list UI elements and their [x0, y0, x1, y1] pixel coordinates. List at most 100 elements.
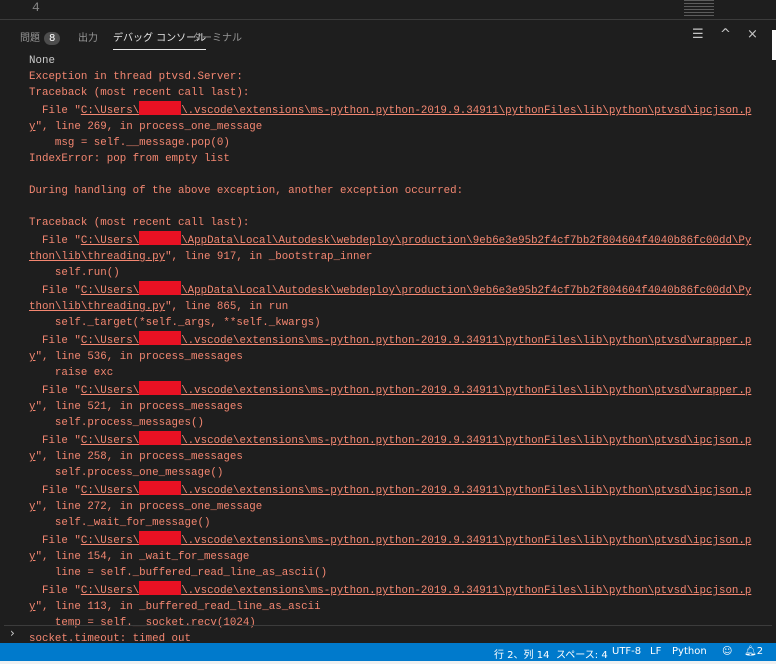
file-link[interactable]: C:\Users\ [81, 235, 139, 247]
console-line: File "C:\Users\ \.vscode\extensions\ms-py… [29, 581, 769, 599]
console-text: ", line 154, in _wait_for_message [35, 551, 250, 563]
file-link[interactable]: \.vscode\extensions\ms-python.python-201… [181, 335, 751, 347]
debug-console-output: None Exception in thread ptvsd.Server: Tra… [29, 53, 769, 647]
file-link[interactable]: C:\Users\ [81, 485, 139, 497]
console-line: self.process_messages() [29, 415, 769, 431]
console-text: Exception in thread ptvsd.Server: [29, 71, 243, 83]
console-line: msg = self.__message.pop(0) [29, 135, 769, 151]
console-line: None [29, 53, 769, 69]
tab-problems[interactable]: 問題 8 [20, 29, 61, 45]
file-link[interactable]: \.vscode\extensions\ms-python.python-201… [181, 535, 751, 547]
console-line: y", line 521, in process_messages [29, 399, 769, 415]
console-text: File " [29, 535, 81, 547]
feedback-smiley-icon[interactable]: ☺ [722, 646, 732, 657]
redaction-box [139, 481, 182, 495]
console-line: Traceback (most recent call last): [29, 215, 769, 231]
console-text: ", line 272, in process_one_message [35, 501, 263, 513]
notification-count: 2 [756, 646, 764, 657]
encoding[interactable]: UTF-8 [612, 646, 641, 657]
console-input[interactable]: › [4, 625, 772, 643]
console-line: File "C:\Users\ \.vscode\extensions\ms-py… [29, 481, 769, 499]
file-link[interactable]: \AppData\Local\Autodesk\webdeploy\produc… [181, 235, 751, 247]
redaction-box [139, 101, 182, 115]
console-line: raise exc [29, 365, 769, 381]
console-line: File "C:\Users\ \.vscode\extensions\ms-py… [29, 101, 769, 119]
file-link[interactable]: thon\lib\threading.py [29, 301, 165, 313]
console-text: self._wait_for_message() [29, 517, 211, 529]
redaction-box [139, 331, 182, 345]
console-text: self.run() [29, 267, 120, 279]
console-line: y", line 536, in process_messages [29, 349, 769, 365]
indentation[interactable]: スペース: 4 [556, 646, 608, 661]
console-text: File " [29, 585, 81, 597]
console-line: File "C:\Users\ \.vscode\extensions\ms-py… [29, 431, 769, 449]
close-panel-icon[interactable]: × [747, 27, 758, 42]
console-text: Traceback (most recent call last): [29, 217, 250, 229]
console-text: File " [29, 435, 81, 447]
console-line: self._wait_for_message() [29, 515, 769, 531]
file-link[interactable]: C:\Users\ [81, 285, 139, 297]
console-line: Exception in thread ptvsd.Server: [29, 69, 769, 85]
console-line: File "C:\Users\ \AppData\Local\Autodesk\w… [29, 281, 769, 299]
console-text: ", line 258, in process_messages [35, 451, 243, 463]
console-line: File "C:\Users\ \.vscode\extensions\ms-py… [29, 381, 769, 399]
console-text: File " [29, 385, 81, 397]
file-link[interactable]: \.vscode\extensions\ms-python.python-201… [181, 385, 751, 397]
console-line: y", line 258, in process_messages [29, 449, 769, 465]
redaction-box [139, 531, 182, 545]
file-link[interactable]: C:\Users\ [81, 385, 139, 397]
console-line: self.run() [29, 265, 769, 281]
notifications-bell-icon[interactable]: 🔔︎2 [744, 646, 763, 657]
console-text: None [29, 55, 55, 67]
console-text: ", line 536, in process_messages [35, 351, 243, 363]
line-number: 4 [32, 0, 40, 15]
scrollbar[interactable] [772, 30, 776, 60]
console-text: self._target(*self._args, **self._kwargs… [29, 317, 321, 329]
console-text: File " [29, 235, 81, 247]
console-text: ", line 269, in process_one_message [35, 121, 263, 133]
file-link[interactable]: C:\Users\ [81, 585, 139, 597]
maximize-panel-icon[interactable]: ^ [720, 27, 731, 42]
minimap[interactable] [684, 0, 714, 18]
console-line: File "C:\Users\ \.vscode\extensions\ms-py… [29, 331, 769, 349]
console-text: File " [29, 105, 81, 117]
console-line: y", line 113, in _buffered_read_line_as_… [29, 599, 769, 615]
language-mode[interactable]: Python [672, 646, 707, 657]
file-link[interactable]: thon\lib\threading.py [29, 251, 165, 263]
redaction-box [139, 281, 182, 295]
console-text: ", line 865, in run [165, 301, 289, 313]
tab-terminal[interactable]: ターミナル [192, 29, 242, 44]
console-line: File "C:\Users\ \AppData\Local\Autodesk\w… [29, 231, 769, 249]
file-link[interactable]: \.vscode\extensions\ms-python.python-201… [181, 435, 751, 447]
console-text: self.process_messages() [29, 417, 204, 429]
file-link[interactable]: C:\Users\ [81, 105, 139, 117]
file-link[interactable]: C:\Users\ [81, 435, 139, 447]
tab-output[interactable]: 出力 [78, 29, 98, 44]
redaction-box [139, 381, 182, 395]
console-line: self._target(*self._args, **self._kwargs… [29, 315, 769, 331]
console-text: File " [29, 485, 81, 497]
console-text: ", line 113, in _buffered_read_line_as_a… [35, 601, 321, 613]
console-line: During handling of the above exception, … [29, 183, 769, 199]
console-line: Traceback (most recent call last): [29, 85, 769, 101]
file-link[interactable]: \.vscode\extensions\ms-python.python-201… [181, 585, 751, 597]
redaction-box [139, 581, 182, 595]
panel-tabs: 問題 8 出力 デバッグ コンソール ターミナル ☰ ^ × [4, 21, 772, 53]
file-link[interactable]: \.vscode\extensions\ms-python.python-201… [181, 105, 751, 117]
file-link[interactable]: \AppData\Local\Autodesk\webdeploy\produc… [181, 285, 751, 297]
console-line: File "C:\Users\ \.vscode\extensions\ms-py… [29, 531, 769, 549]
file-link[interactable]: C:\Users\ [81, 335, 139, 347]
file-link[interactable]: C:\Users\ [81, 535, 139, 547]
console-text: line = self._buffered_read_line_as_ascii… [29, 567, 328, 579]
clear-console-icon[interactable]: ☰ [692, 27, 704, 42]
line-ending[interactable]: LF [650, 646, 661, 657]
redaction-box [139, 431, 182, 445]
file-link[interactable]: \.vscode\extensions\ms-python.python-201… [181, 485, 751, 497]
console-text: File " [29, 285, 81, 297]
console-line: IndexError: pop from empty list [29, 151, 769, 167]
console-line: y", line 269, in process_one_message [29, 119, 769, 135]
console-line: line = self._buffered_read_line_as_ascii… [29, 565, 769, 581]
cursor-position[interactable]: 行 2、列 14 [494, 646, 549, 661]
